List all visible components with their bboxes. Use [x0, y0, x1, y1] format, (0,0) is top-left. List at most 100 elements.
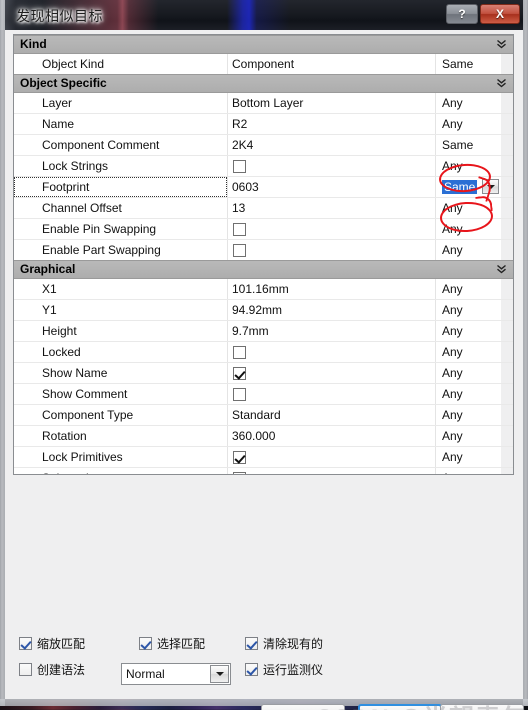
- help-button[interactable]: ?: [446, 4, 478, 24]
- row-value[interactable]: 360.000: [227, 426, 436, 446]
- checkbox-create-syntax[interactable]: 创建语法: [19, 661, 85, 678]
- row-match-chevron-down-icon[interactable]: [482, 179, 499, 194]
- window-frame-right: [523, 0, 528, 706]
- row-value-checkbox[interactable]: [233, 366, 246, 380]
- row-match-mode[interactable]: Any: [436, 219, 501, 239]
- row-match-mode[interactable]: Any: [436, 426, 501, 446]
- table-row[interactable]: Enable Pin Swapping Any: [14, 218, 513, 239]
- row-value[interactable]: [227, 468, 436, 474]
- table-row[interactable]: Layer Bottom Layer Any: [14, 93, 513, 113]
- row-match-mode[interactable]: Any: [436, 363, 501, 383]
- table-row[interactable]: Channel Offset 13 Any: [14, 197, 513, 218]
- row-value[interactable]: [227, 363, 436, 383]
- checkbox-clear-existing[interactable]: 清除现有的: [245, 635, 323, 652]
- row-label: Name: [42, 117, 75, 131]
- row-value[interactable]: 101.16mm: [227, 279, 436, 299]
- row-value[interactable]: R2: [227, 114, 436, 134]
- checkbox-zoom-match[interactable]: 缩放匹配: [19, 635, 85, 652]
- table-row[interactable]: Component Type Standard Any: [14, 404, 513, 425]
- table-row[interactable]: Enable Part Swapping Any: [14, 239, 513, 260]
- row-match-mode[interactable]: Same: [436, 177, 501, 197]
- row-spacer: [501, 321, 513, 341]
- section-header[interactable]: Kind: [14, 35, 513, 54]
- title-bar[interactable]: 发现相似目标 ? X: [0, 0, 528, 30]
- row-value[interactable]: [227, 342, 436, 362]
- row-match-mode[interactable]: Any: [436, 300, 501, 320]
- ok-button[interactable]: 确定: [358, 704, 442, 710]
- row-value-checkbox[interactable]: [233, 243, 246, 257]
- row-spacer: [501, 468, 513, 474]
- row-value[interactable]: Bottom Layer: [227, 93, 436, 113]
- chevron-down-icon[interactable]: [210, 665, 229, 683]
- row-label: Y1: [42, 303, 57, 317]
- row-match-mode[interactable]: Any: [436, 240, 501, 260]
- row-match-mode[interactable]: Any: [436, 93, 501, 113]
- row-value[interactable]: Component: [227, 54, 436, 74]
- checkbox-create-syntax-box[interactable]: [19, 663, 32, 676]
- close-button[interactable]: X: [480, 4, 520, 24]
- row-label: Layer: [42, 96, 73, 110]
- row-spacer: [501, 219, 513, 239]
- row-value[interactable]: Standard: [227, 405, 436, 425]
- row-match-mode[interactable]: Same: [436, 54, 501, 74]
- checkbox-run-monitor-box[interactable]: [245, 663, 258, 676]
- row-match-mode[interactable]: Any: [436, 156, 501, 176]
- row-value[interactable]: 13: [227, 198, 436, 218]
- attribute-list[interactable]: Kind Object Kind Component Same Object Speci…: [13, 34, 514, 475]
- row-value[interactable]: 9.7mm: [227, 321, 436, 341]
- checkbox-zoom-match-box[interactable]: [19, 637, 32, 650]
- row-match-mode[interactable]: Any: [436, 342, 501, 362]
- section-header[interactable]: Object Specific: [14, 74, 513, 93]
- row-spacer: [501, 384, 513, 404]
- row-value[interactable]: [227, 240, 436, 260]
- table-row[interactable]: Rotation 360.000 Any: [14, 425, 513, 446]
- row-value[interactable]: 2K4: [227, 135, 436, 155]
- table-row[interactable]: Footprint 0603 Same: [14, 176, 513, 197]
- row-value-checkbox[interactable]: [233, 471, 246, 474]
- double-chevron-down-icon[interactable]: [496, 37, 507, 51]
- row-match-mode[interactable]: Any: [436, 114, 501, 134]
- row-value[interactable]: [227, 156, 436, 176]
- cancel-button[interactable]: 取消: [440, 704, 524, 710]
- row-value-checkbox[interactable]: [233, 222, 246, 236]
- checkbox-clear-existing-box[interactable]: [245, 637, 258, 650]
- checkbox-select-match[interactable]: 选择匹配: [139, 635, 205, 652]
- row-value-checkbox[interactable]: [233, 387, 246, 401]
- row-match-mode[interactable]: Same: [436, 135, 501, 155]
- table-row[interactable]: Lock Primitives Any: [14, 446, 513, 467]
- row-match-mode[interactable]: Any: [436, 321, 501, 341]
- table-row[interactable]: Name R2 Any: [14, 113, 513, 134]
- row-value-checkbox[interactable]: [233, 345, 246, 359]
- table-row[interactable]: Lock Strings Any: [14, 155, 513, 176]
- double-chevron-down-icon[interactable]: [496, 262, 507, 276]
- section-header[interactable]: Graphical: [14, 260, 513, 279]
- mode-select[interactable]: Normal: [121, 663, 231, 685]
- checkbox-select-match-box[interactable]: [139, 637, 152, 650]
- table-row[interactable]: Y1 94.92mm Any: [14, 299, 513, 320]
- apply-button[interactable]: 应用: [261, 704, 345, 710]
- row-match-mode[interactable]: Any: [436, 468, 501, 474]
- row-match-mode[interactable]: Any: [436, 405, 501, 425]
- table-row[interactable]: Selected Any: [14, 467, 513, 474]
- double-chevron-down-icon[interactable]: [496, 76, 507, 90]
- row-match-mode[interactable]: Any: [436, 447, 501, 467]
- table-row[interactable]: Locked Any: [14, 341, 513, 362]
- table-row[interactable]: Component Comment 2K4 Same: [14, 134, 513, 155]
- row-match-mode[interactable]: Any: [436, 279, 501, 299]
- row-value[interactable]: [227, 384, 436, 404]
- row-value[interactable]: [227, 219, 436, 239]
- table-row[interactable]: Show Comment Any: [14, 383, 513, 404]
- checkbox-run-monitor[interactable]: 运行监测仪: [245, 661, 323, 678]
- table-row[interactable]: X1 101.16mm Any: [14, 279, 513, 299]
- row-match-mode[interactable]: Any: [436, 384, 501, 404]
- row-spacer: [501, 405, 513, 425]
- row-value-checkbox[interactable]: [233, 159, 246, 173]
- table-row[interactable]: Show Name Any: [14, 362, 513, 383]
- row-value[interactable]: 0603: [227, 177, 436, 197]
- row-value-checkbox[interactable]: [233, 450, 246, 464]
- row-value[interactable]: 94.92mm: [227, 300, 436, 320]
- table-row[interactable]: Height 9.7mm Any: [14, 320, 513, 341]
- row-match-mode[interactable]: Any: [436, 198, 501, 218]
- row-value[interactable]: [227, 447, 436, 467]
- table-row[interactable]: Object Kind Component Same: [14, 54, 513, 74]
